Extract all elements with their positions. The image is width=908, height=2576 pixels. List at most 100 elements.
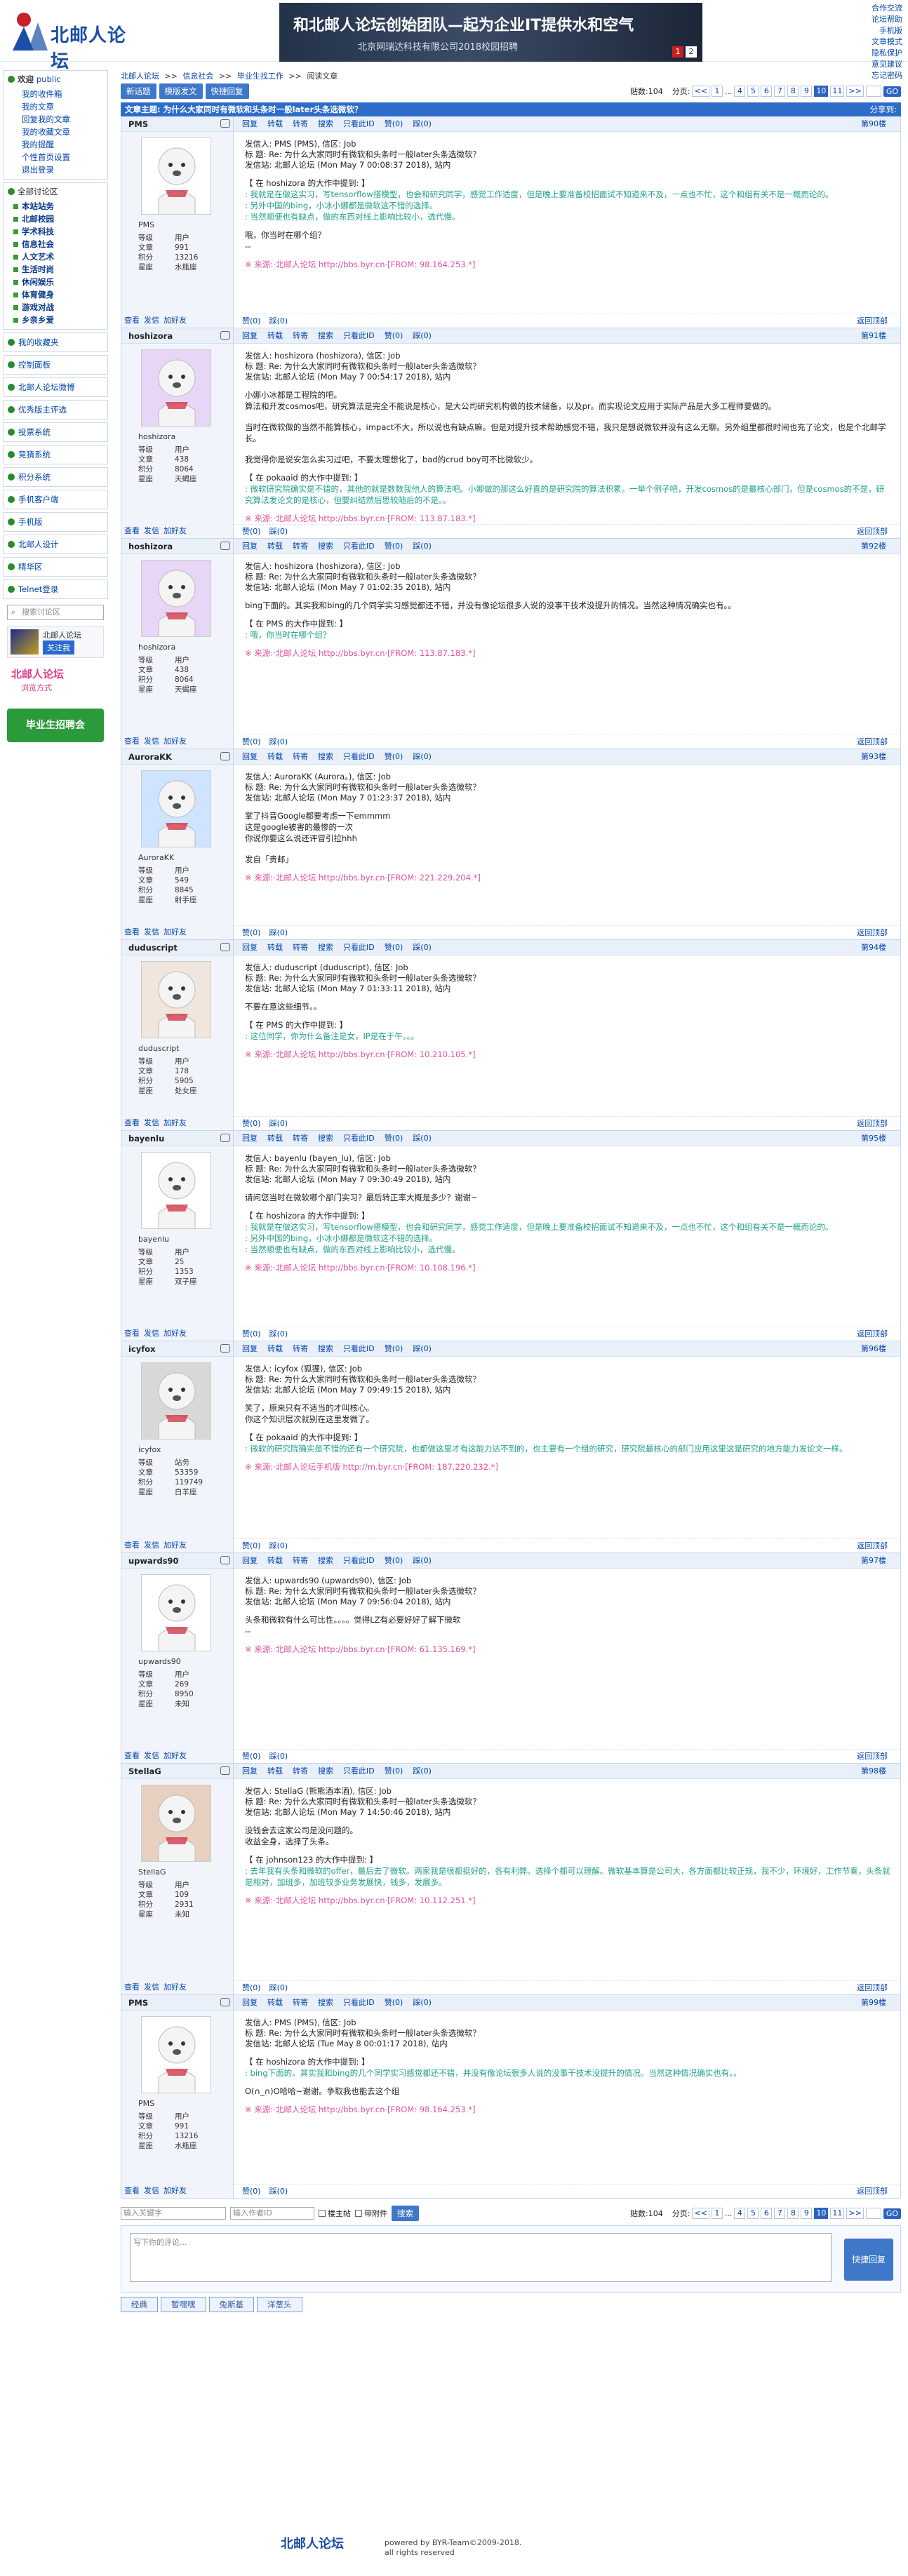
like-link[interactable]: 赞(0) [242,1329,261,1339]
side-link[interactable]: 北邮人设计 [3,535,108,554]
floor-number[interactable]: 第96楼 [861,1341,886,1357]
repost-link[interactable]: 转寄 [293,752,308,761]
dislike-link[interactable]: 踩(0) [413,331,432,340]
username-link[interactable]: public [36,74,61,84]
like-link[interactable]: 赞(0) [385,119,403,128]
view-profile-link[interactable]: 查看 [124,737,140,746]
forward-link[interactable]: 转载 [267,1998,283,2007]
forward-link[interactable]: 转载 [267,331,283,340]
avatar[interactable] [141,2016,211,2093]
page-jump-input[interactable] [865,2208,881,2219]
page-link[interactable]: 7 [774,86,786,97]
jobfair-promo[interactable]: 毕业生招聘会 [7,709,104,742]
page-link[interactable]: 11 [830,2208,845,2219]
new-topic-button[interactable]: 新话题 [121,83,156,99]
view-profile-link[interactable]: 查看 [124,1983,140,1992]
page-last[interactable]: >> [846,2208,864,2219]
like-link[interactable]: 赞(0) [385,542,403,551]
only-this-id-link[interactable]: 只看此ID [343,1344,375,1353]
author-id[interactable]: PMS [128,119,148,129]
reply-link[interactable]: 回复 [242,943,258,952]
dislike-link[interactable]: 踩(0) [413,1344,432,1353]
add-friend-link[interactable]: 加好友 [163,737,187,746]
dislike-link[interactable]: 踩(0) [269,1752,288,1761]
add-friend-link[interactable]: 加好友 [163,316,187,325]
author-id[interactable]: duduscript [128,943,178,953]
dislike-link[interactable]: 踩(0) [413,119,432,128]
view-profile-link[interactable]: 查看 [124,927,140,937]
send-mail-link[interactable]: 发信 [144,1751,159,1760]
top-link[interactable]: 合作交流 [872,3,902,14]
section-item[interactable]: 本站站务 [13,200,107,213]
repost-link[interactable]: 转寄 [293,1344,308,1353]
like-link[interactable]: 赞(0) [385,331,403,340]
weibo-promo[interactable]: 北邮人论坛 关注我 [7,626,104,658]
author-name[interactable]: StellaG [121,1764,233,1779]
page-link[interactable]: 8 [787,86,799,97]
reply-textarea[interactable]: 写下你的评论... [130,2233,832,2282]
top-link[interactable]: 意见建议 [872,59,902,70]
floor-number[interactable]: 第98楼 [861,1764,886,1779]
like-link[interactable]: 赞(0) [242,1983,261,1992]
search-link[interactable]: 搜索 [318,1556,333,1565]
dislike-link[interactable]: 踩(0) [269,527,288,536]
forward-link[interactable]: 转载 [267,1766,283,1776]
forward-link[interactable]: 转载 [267,752,283,761]
back-to-top-link[interactable]: 返回顶部 [857,735,888,749]
page-first[interactable]: << [692,86,709,97]
like-link[interactable]: 赞(0) [242,928,261,937]
browse-promo[interactable]: 北邮人论坛 浏览方式 [7,662,104,704]
only-this-id-link[interactable]: 只看此ID [343,1998,375,2007]
favorites-item[interactable]: 我的收藏夹 [3,333,108,352]
quick-reply-send-button[interactable]: 快捷回复 [844,2239,893,2281]
repost-link[interactable]: 转寄 [293,943,308,952]
search-link[interactable]: 搜索 [318,1998,333,2007]
send-mail-link[interactable]: 发信 [144,737,159,746]
avatar[interactable] [141,1152,211,1229]
crumb-board[interactable]: 毕业生找工作 [237,72,283,81]
back-to-top-link[interactable]: 返回顶部 [857,1750,888,1764]
search-link[interactable]: 搜索 [318,331,333,340]
repost-link[interactable]: 转寄 [293,331,308,340]
section-item[interactable]: 体育健身 [13,288,107,301]
dislike-link[interactable]: 踩(0) [269,737,288,746]
floor-number[interactable]: 第97楼 [861,1553,886,1569]
author-id[interactable]: bayenlu [128,1134,164,1143]
repost-link[interactable]: 转寄 [293,1766,308,1776]
floor-number[interactable]: 第92楼 [861,539,886,554]
only-this-id-link[interactable]: 只看此ID [343,1766,375,1776]
page-link[interactable]: 1 [711,2208,723,2219]
search-link[interactable]: 搜索 [318,1134,333,1143]
send-mail-link[interactable]: 发信 [144,1118,159,1127]
keyword-search-input[interactable]: 输入关键字 [121,2207,226,2220]
quick-reply-button[interactable]: 快捷回复 [205,83,249,99]
dislike-link[interactable]: 踩(0) [413,1556,432,1565]
like-link[interactable]: 赞(0) [385,1344,403,1353]
author-id[interactable]: upwards90 [128,1556,179,1566]
page-link[interactable]: 6 [761,86,773,97]
reply-link[interactable]: 回复 [242,1556,258,1565]
floor-number[interactable]: 第99楼 [861,1995,886,2011]
sections-header[interactable]: 全部讨论区 [4,183,107,200]
author-id[interactable]: hoshizora [128,331,173,341]
page-jump-input[interactable] [865,86,881,97]
add-friend-link[interactable]: 加好友 [163,1329,187,1338]
reply-link[interactable]: 回复 [242,1998,258,2007]
my-link-reminders[interactable]: 我的提醒 [22,138,107,151]
only-this-id-link[interactable]: 只看此ID [343,119,375,128]
forward-link[interactable]: 转载 [267,1556,283,1565]
only-this-id-link[interactable]: 只看此ID [343,752,375,761]
crumb-section[interactable]: 信息社会 [182,72,213,81]
section-item[interactable]: 休闲娱乐 [13,276,107,288]
dislike-link[interactable]: 踩(0) [269,1541,288,1550]
page-first[interactable]: << [692,2208,709,2219]
back-to-top-link[interactable]: 返回顶部 [857,1117,888,1131]
view-profile-link[interactable]: 查看 [124,526,140,535]
back-to-top-link[interactable]: 返回顶部 [857,926,888,940]
only-this-id-link[interactable]: 只看此ID [343,1134,375,1143]
like-link[interactable]: 赞(0) [385,752,403,761]
reply-link[interactable]: 回复 [242,542,258,551]
avatar[interactable] [141,1362,211,1440]
only-this-id-link[interactable]: 只看此ID [343,542,375,551]
floor-number[interactable]: 第95楼 [861,1131,886,1146]
